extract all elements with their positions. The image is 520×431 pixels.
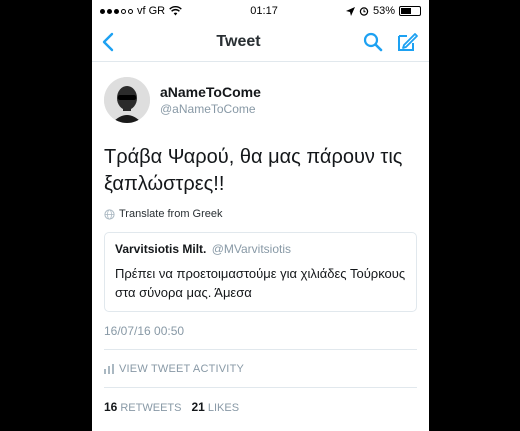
retweets-stat[interactable]: 16 RETWEETS: [104, 400, 181, 414]
author-names: aNameToCome @aNameToCome: [160, 84, 261, 116]
phone-screen: vf GR 01:17 53% Tweet aNameToCome @aName…: [92, 0, 429, 431]
view-activity-label: VIEW TWEET ACTIVITY: [119, 362, 245, 375]
page-title: Tweet: [216, 32, 261, 50]
battery-percent: 53%: [372, 5, 395, 17]
avatar[interactable]: [104, 77, 150, 123]
likes-stat[interactable]: 21 LIKES: [191, 400, 239, 414]
tweet-text: Τράβα Ψαρού, θα μας πάρουν τις ξαπλώστρε…: [104, 146, 403, 195]
compose-icon: [398, 32, 418, 51]
quoted-author-handle: @MVarvitsiotis: [211, 242, 292, 256]
wifi-icon: [169, 6, 182, 16]
status-right: 53%: [345, 5, 421, 17]
alarm-icon: [359, 7, 369, 16]
view-activity-button[interactable]: VIEW TWEET ACTIVITY: [104, 350, 417, 388]
translate-link[interactable]: Translate from Greek: [104, 208, 417, 220]
navigation-bar: Tweet: [92, 22, 429, 62]
engagement-stats: 16 RETWEETS 21 LIKES: [104, 388, 417, 426]
quoted-text: Πρέπει να προετοιμαστούμε για χιλιάδες Τ…: [115, 266, 406, 300]
chevron-left-icon: [102, 32, 114, 51]
retweets-label: RETWEETS: [120, 402, 182, 414]
author-row[interactable]: aNameToCome @aNameToCome: [104, 74, 417, 126]
translate-label: Translate from Greek: [119, 208, 223, 220]
status-left: vf GR: [100, 5, 182, 17]
retweets-count: 16: [104, 400, 118, 414]
compose-button[interactable]: [397, 32, 419, 52]
avatar-image: [104, 77, 150, 123]
location-arrow-icon: [345, 6, 355, 16]
likes-label: LIKES: [207, 402, 240, 414]
nav-actions: [363, 32, 419, 52]
back-button[interactable]: [102, 32, 114, 52]
battery-icon: [399, 6, 421, 16]
tweet-timestamp: 16/07/16 00:50: [104, 324, 417, 350]
tweet-detail: aNameToCome @aNameToCome Τράβα Ψαρού, θα…: [92, 62, 429, 426]
bar-chart-icon: [104, 363, 114, 374]
quoted-tweet[interactable]: Varvitsiotis Milt. @MVarvitsiotis Πρέπει…: [104, 232, 417, 312]
signal-icon: [100, 8, 133, 14]
status-bar: vf GR 01:17 53%: [92, 0, 429, 22]
search-icon: [363, 32, 383, 51]
likes-count: 21: [191, 400, 205, 414]
author-handle[interactable]: @aNameToCome: [160, 102, 261, 116]
globe-icon: [104, 208, 115, 220]
author-name[interactable]: aNameToCome: [160, 84, 261, 100]
quoted-author-name: Varvitsiotis Milt.: [115, 242, 207, 256]
status-time: 01:17: [250, 5, 278, 17]
quoted-header: Varvitsiotis Milt. @MVarvitsiotis: [115, 242, 406, 256]
search-button[interactable]: [363, 32, 383, 52]
carrier-label: vf GR: [137, 5, 166, 17]
